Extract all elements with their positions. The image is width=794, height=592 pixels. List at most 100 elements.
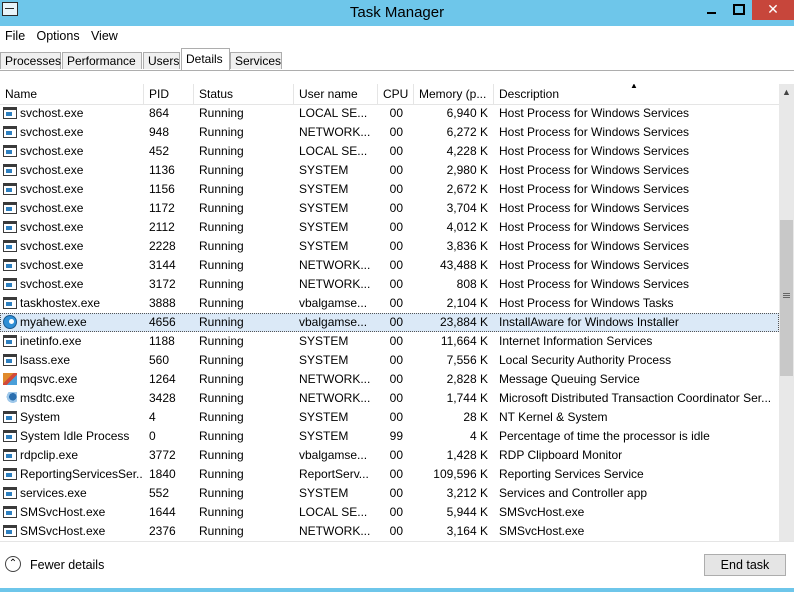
cell-user: SYSTEM <box>299 334 349 348</box>
cell-memory: 5,944 K <box>446 505 488 519</box>
cell-cpu: 00 <box>389 391 403 405</box>
scrollbar-thumb[interactable] <box>780 220 793 376</box>
tab-services[interactable]: Services <box>230 52 282 69</box>
table-header: Name PID Status User name CPU Memory (p.… <box>0 84 779 105</box>
table-row[interactable]: ReportingServicesSer... 1840 Running Report… <box>0 465 779 484</box>
cell-cpu: 00 <box>389 163 403 177</box>
table-row[interactable]: svchost.exe 2112 Running SYSTEM 00 4,012 K Hos… <box>0 218 779 237</box>
table-row[interactable]: SMSvcHost.exe 2376 Running NETWORK... 00 3,16… <box>0 522 779 541</box>
scroll-up-icon[interactable]: ▲ <box>779 84 794 101</box>
cell-user: SYSTEM <box>299 486 349 500</box>
fewer-details-button[interactable]: ⌃ Fewer details <box>5 555 104 575</box>
column-header-name[interactable]: Name <box>0 84 144 104</box>
cell-description: Local Security Authority Process <box>499 353 672 367</box>
table-row[interactable]: rdpclip.exe 3772 Running vbalgamse... 00 1,42… <box>0 446 779 465</box>
table-row[interactable]: lsass.exe 560 Running SYSTEM 00 7,556 K Local … <box>0 351 779 370</box>
tab-details[interactable]: Details <box>181 48 230 70</box>
cell-user: NETWORK... <box>299 258 371 272</box>
maximize-button[interactable] <box>725 0 752 20</box>
cell-pid: 4 <box>149 410 156 424</box>
menu-file[interactable]: File <box>0 26 29 46</box>
cell-pid: 1156 <box>149 182 175 196</box>
cell-name: svchost.exe <box>20 201 84 215</box>
cell-description: Host Process for Windows Services <box>499 144 690 158</box>
cell-pid: 2112 <box>149 220 175 234</box>
cell-cpu: 00 <box>389 467 403 481</box>
cell-pid: 452 <box>149 144 170 158</box>
table-row[interactable]: SMSvcHost.exe 1644 Running LOCAL SE... 00 5,9… <box>0 503 779 522</box>
cell-cpu: 00 <box>389 106 403 120</box>
table-row[interactable]: svchost.exe 1136 Running SYSTEM 00 2,980 K Hos… <box>0 161 779 180</box>
table-row[interactable]: mqsvc.exe 1264 Running NETWORK... 00 2,828 K M… <box>0 370 779 389</box>
cell-status: Running <box>199 239 244 253</box>
cell-status: Running <box>199 334 244 348</box>
app-process-icon <box>3 335 17 347</box>
cell-status: Running <box>199 163 244 177</box>
cell-status: Running <box>199 125 244 139</box>
task-manager-window: File Options View Processes Performance … <box>0 26 794 589</box>
table-row[interactable]: svchost.exe 1156 Running SYSTEM 00 2,672 K Hos… <box>0 180 779 199</box>
column-header-memory[interactable]: Memory (p... <box>414 84 494 104</box>
window-title: Task Manager <box>349 4 445 21</box>
cell-description: RDP Clipboard Monitor <box>499 448 623 462</box>
cell-name: msdtc.exe <box>20 391 75 405</box>
cell-pid: 4656 <box>149 315 176 329</box>
column-header-status[interactable]: Status <box>194 84 294 104</box>
cell-cpu: 00 <box>389 410 403 424</box>
table-row[interactable]: taskhostex.exe 3888 Running vbalgamse... 00 2… <box>0 294 779 313</box>
table-row[interactable]: myahew.exe 4656 Running vbalgamse... 00 23,88… <box>0 313 779 332</box>
column-header-pid[interactable]: PID <box>144 84 194 104</box>
tab-users[interactable]: Users <box>143 52 180 69</box>
app-process-icon <box>3 411 17 423</box>
cell-name: mqsvc.exe <box>20 372 78 386</box>
cell-status: Running <box>199 505 244 519</box>
cell-name: svchost.exe <box>20 239 84 253</box>
table-row[interactable]: svchost.exe 948 Running NETWORK... 00 6,272 K… <box>0 123 779 142</box>
minimize-button[interactable] <box>698 0 725 20</box>
cell-memory: 109,596 K <box>433 467 488 481</box>
cell-cpu: 00 <box>389 201 403 215</box>
table-row[interactable]: svchost.exe 864 Running LOCAL SE... 00 6,940 … <box>0 104 779 123</box>
cell-memory: 7,556 K <box>446 353 488 367</box>
app-process-icon <box>3 240 17 252</box>
table-row[interactable]: svchost.exe 3144 Running NETWORK... 00 43,488… <box>0 256 779 275</box>
cell-memory: 23,884 K <box>439 315 488 329</box>
cell-memory: 3,704 K <box>446 201 488 215</box>
vertical-scrollbar[interactable]: ▲ <box>779 84 794 541</box>
cell-name: services.exe <box>20 486 87 500</box>
cell-status: Running <box>199 429 244 443</box>
column-header-cpu[interactable]: CPU <box>378 84 414 104</box>
app-process-icon <box>3 221 17 233</box>
cell-user: vbalgamse... <box>299 296 368 310</box>
table-row[interactable]: svchost.exe 452 Running LOCAL SE... 00 4,228 … <box>0 142 779 161</box>
cell-name: svchost.exe <box>20 258 84 272</box>
table-row[interactable]: svchost.exe 2228 Running SYSTEM 00 3,836 K Hos… <box>0 237 779 256</box>
cell-memory: 1,744 K <box>446 391 488 405</box>
title-bar[interactable]: Task Manager ✕ <box>0 0 794 26</box>
app-process-icon <box>3 145 17 157</box>
table-row[interactable]: svchost.exe 1172 Running SYSTEM 00 3,704 K Hos… <box>0 199 779 218</box>
table-row[interactable]: services.exe 552 Running SYSTEM 00 3,212 K Ser… <box>0 484 779 503</box>
table-row[interactable]: System 4 Running SYSTEM 00 28 K NT Kernel & Sy… <box>0 408 779 427</box>
cell-description: Host Process for Windows Services <box>499 258 690 272</box>
menu-view[interactable]: View <box>87 26 122 46</box>
cell-description: Host Process for Windows Services <box>499 182 690 196</box>
column-header-user-name[interactable]: User name <box>294 84 378 104</box>
table-row[interactable]: System Idle Process 0 Running SYSTEM 99 4 K Pe… <box>0 427 779 446</box>
table-row[interactable]: msdtc.exe 3428 Running NETWORK... 00 1,744 K M… <box>0 389 779 408</box>
cell-description: Internet Information Services <box>499 334 653 348</box>
app-process-icon <box>3 430 17 442</box>
table-row[interactable]: inetinfo.exe 1188 Running SYSTEM 00 11,664 K I… <box>0 332 779 351</box>
app-process-icon <box>3 297 17 309</box>
table-row[interactable]: svchost.exe 3172 Running NETWORK... 00 808 K H… <box>0 275 779 294</box>
end-task-button[interactable]: End task <box>704 554 786 576</box>
tab-performance[interactable]: Performance <box>62 52 142 69</box>
cell-pid: 1264 <box>149 372 176 386</box>
cell-name: SMSvcHost.exe <box>20 505 106 519</box>
close-button[interactable]: ✕ <box>752 0 794 20</box>
close-icon: ✕ <box>767 1 779 17</box>
tab-processes[interactable]: Processes <box>0 52 61 69</box>
menu-options[interactable]: Options <box>33 26 84 46</box>
cell-user: NETWORK... <box>299 372 371 386</box>
cell-memory: 3,212 K <box>446 486 488 500</box>
